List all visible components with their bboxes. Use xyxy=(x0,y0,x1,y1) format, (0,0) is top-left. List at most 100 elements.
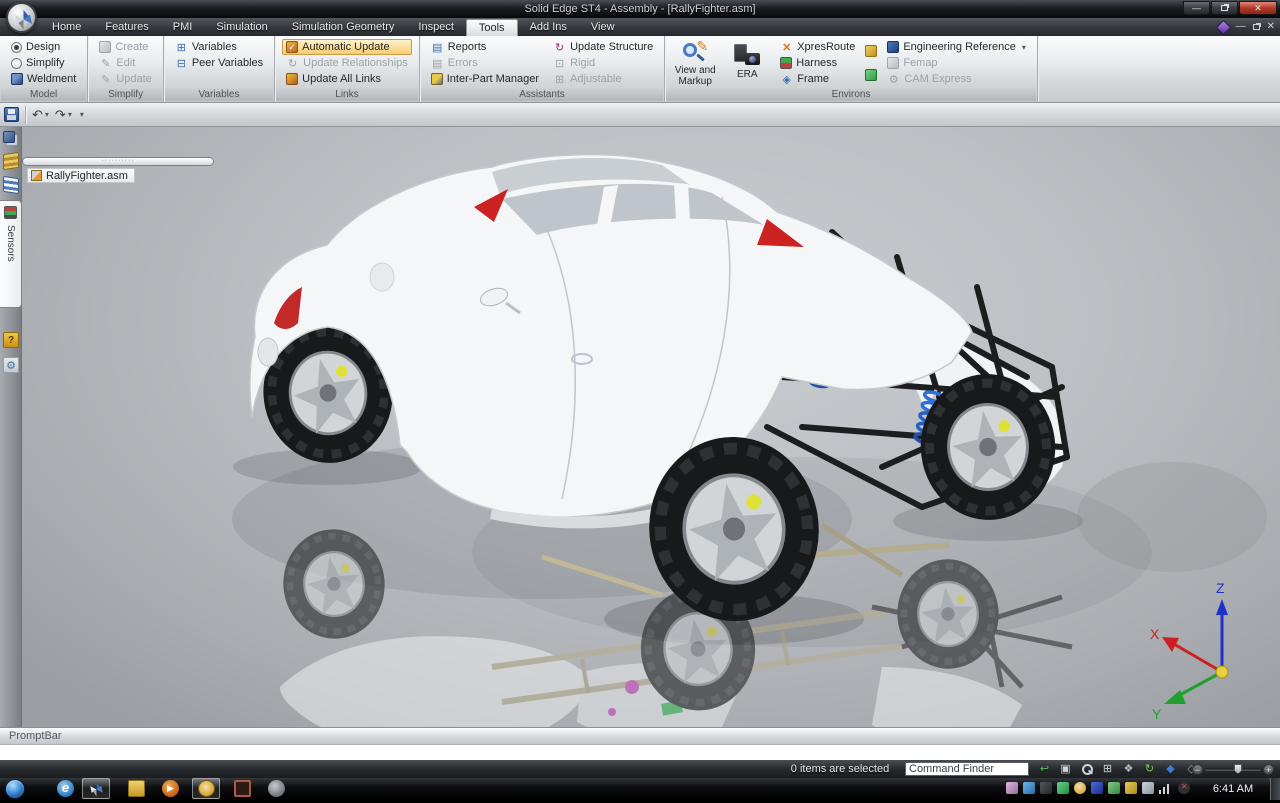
sensors-tab[interactable]: Sensors xyxy=(0,200,22,308)
radio-icon xyxy=(11,58,22,69)
automatic-update-button[interactable]: ✓ Automatic Update xyxy=(282,39,412,55)
undo-button[interactable]: ↶▾ xyxy=(29,105,52,125)
edit-button[interactable]: ✎ Edit xyxy=(95,55,155,71)
zoom-out-button[interactable]: − xyxy=(1192,764,1203,775)
show-desktop-button[interactable] xyxy=(1270,778,1280,800)
explorer-taskbar-icon[interactable] xyxy=(128,780,145,797)
environs-extra-icon-2[interactable] xyxy=(865,69,877,81)
zoom-in-button[interactable]: + xyxy=(1263,764,1274,775)
ribbon-tab-row: Home Features PMI Simulation Simulation … xyxy=(0,18,1280,36)
media-player-taskbar-icon[interactable]: ▶ xyxy=(162,780,179,797)
pathfinder-document-node[interactable]: RallyFighter.asm xyxy=(27,168,135,183)
help-gem-icon[interactable] xyxy=(1215,19,1231,35)
tab-features[interactable]: Features xyxy=(93,18,160,36)
layers-dock-icon[interactable] xyxy=(3,176,19,194)
window-title: Solid Edge ST4 - Assembly - [RallyFighte… xyxy=(524,3,755,15)
xpresroute-button[interactable]: ✕ XpresRoute xyxy=(776,39,859,55)
frame-button[interactable]: ◈ Frame xyxy=(776,71,859,87)
tab-pmi[interactable]: PMI xyxy=(161,18,205,36)
restore-button[interactable] xyxy=(1211,1,1238,15)
pathfinder-dock-icon[interactable] xyxy=(3,131,15,143)
inter-part-manager-button[interactable]: Inter-Part Manager xyxy=(427,71,543,87)
taskbar-clock[interactable]: 6:41 AM xyxy=(1203,778,1263,800)
3d-viewport[interactable]: Z X Y ·········· RallyFighter.asm xyxy=(22,127,1280,727)
zoom-slider-track[interactable] xyxy=(1205,768,1261,771)
zoom-icon[interactable] xyxy=(1079,762,1094,776)
title-bar[interactable]: Solid Edge ST4 - Assembly - [RallyFighte… xyxy=(0,0,1280,18)
peer-variables-button[interactable]: ⊟ Peer Variables xyxy=(171,55,267,71)
clock-app-taskbar-button[interactable] xyxy=(192,778,220,799)
zoom-area-icon[interactable]: ▣ xyxy=(1058,762,1073,776)
rotate-icon[interactable]: ↻ xyxy=(1142,762,1157,776)
pan-icon[interactable]: ❖ xyxy=(1121,762,1136,776)
update-relationships-button[interactable]: ↻ Update Relationships xyxy=(282,55,412,71)
design-radio[interactable]: Design xyxy=(7,39,80,55)
network-app-tray-icon[interactable] xyxy=(1091,782,1103,794)
start-button[interactable] xyxy=(5,779,25,799)
ribbon-group-links: ✓ Automatic Update ↻ Update Relationship… xyxy=(275,36,420,102)
errors-button[interactable]: ▤ Errors xyxy=(427,55,543,71)
app-logo[interactable] xyxy=(6,2,37,33)
cam-express-icon: ⚙ xyxy=(887,73,900,86)
virtualbox-tray-icon[interactable] xyxy=(1057,782,1069,794)
era-button[interactable]: ERA xyxy=(724,39,770,87)
tab-view[interactable]: View xyxy=(579,18,627,36)
cards-tray-icon[interactable] xyxy=(1125,782,1137,794)
reports-button[interactable]: ▤ Reports xyxy=(427,39,543,55)
adjustable-button[interactable]: ⊞ Adjustable xyxy=(549,71,657,87)
tab-simulation-geometry[interactable]: Simulation Geometry xyxy=(280,18,407,36)
volume-muted-tray-icon[interactable] xyxy=(1178,782,1190,794)
photo-tray-icon[interactable] xyxy=(1006,782,1018,794)
harness-button[interactable]: Harness xyxy=(776,55,859,71)
doc-restore-button[interactable] xyxy=(1253,24,1260,30)
tab-simulation[interactable]: Simulation xyxy=(204,18,279,36)
environs-extra-icon-1[interactable] xyxy=(865,45,877,57)
engineering-reference-button[interactable]: Engineering Reference ▾ xyxy=(883,39,1030,55)
save-button[interactable] xyxy=(4,107,19,122)
clipboard-tray-icon[interactable] xyxy=(1142,782,1154,794)
library-dock-icon[interactable] xyxy=(3,152,19,170)
femap-button[interactable]: Femap xyxy=(883,55,1030,71)
internet-explorer-taskbar-icon[interactable]: e xyxy=(57,780,74,797)
settings-gear-dock-icon[interactable]: ⚙ xyxy=(3,357,19,373)
command-finder-input[interactable] xyxy=(905,762,1029,776)
fit-icon[interactable]: ⊞ xyxy=(1100,762,1115,776)
pointer-tray-icon[interactable] xyxy=(1040,782,1052,794)
vm-app-taskbar-icon[interactable] xyxy=(234,780,251,797)
ribbon-group-model: Design Simplify Weldment Model xyxy=(0,36,88,102)
tab-add-ins[interactable]: Add Ins xyxy=(518,18,579,36)
zoom-slider-thumb[interactable] xyxy=(1234,764,1242,774)
rally-fighter-model: Z X Y xyxy=(22,127,1280,727)
tab-inspect[interactable]: Inspect xyxy=(406,18,465,36)
tab-tools[interactable]: Tools xyxy=(466,19,518,36)
update-structure-button[interactable]: ↻ Update Structure xyxy=(549,39,657,55)
engineering-reference-icon xyxy=(887,41,899,53)
return-to-view-icon[interactable]: ↩ xyxy=(1037,762,1052,776)
shaded-view-icon[interactable]: ◆ xyxy=(1163,762,1178,776)
update-button[interactable]: ✎ Update xyxy=(95,71,155,87)
cam-express-button[interactable]: ⚙ CAM Express xyxy=(883,71,1030,87)
redo-button[interactable]: ↷▾ xyxy=(52,105,75,125)
network-signal-tray-icon[interactable] xyxy=(1159,782,1171,794)
weldment-button[interactable]: Weldment xyxy=(7,71,80,87)
doc-close-button[interactable]: ✕ xyxy=(1267,21,1275,33)
help-folder-dock-icon[interactable]: ? xyxy=(3,332,19,348)
tab-home[interactable]: Home xyxy=(40,18,93,36)
update-tray-icon[interactable] xyxy=(1108,782,1120,794)
prompt-input-strip[interactable] xyxy=(0,744,1280,760)
rigid-button[interactable]: ⊡ Rigid xyxy=(549,55,657,71)
variables-button[interactable]: ⊞ Variables xyxy=(171,39,267,55)
clock-tray-icon[interactable] xyxy=(1074,782,1086,794)
doc-minimize-button[interactable]: — xyxy=(1236,21,1246,33)
minimize-button[interactable]: — xyxy=(1183,1,1210,15)
sync-tray-icon[interactable] xyxy=(1023,782,1035,794)
close-button[interactable]: ✕ xyxy=(1239,1,1277,15)
create-button[interactable]: Create xyxy=(95,39,155,55)
webcam-taskbar-icon[interactable] xyxy=(268,780,285,797)
customize-toolbar-button[interactable]: ▾ xyxy=(75,105,87,125)
update-all-links-button[interactable]: Update All Links xyxy=(282,71,412,87)
view-and-markup-button[interactable]: ✎ View and Markup xyxy=(672,39,718,87)
solid-edge-taskbar-button[interactable] xyxy=(82,778,110,799)
simplify-radio[interactable]: Simplify xyxy=(7,55,80,71)
pathfinder-drag-bar[interactable]: ·········· xyxy=(22,157,214,166)
